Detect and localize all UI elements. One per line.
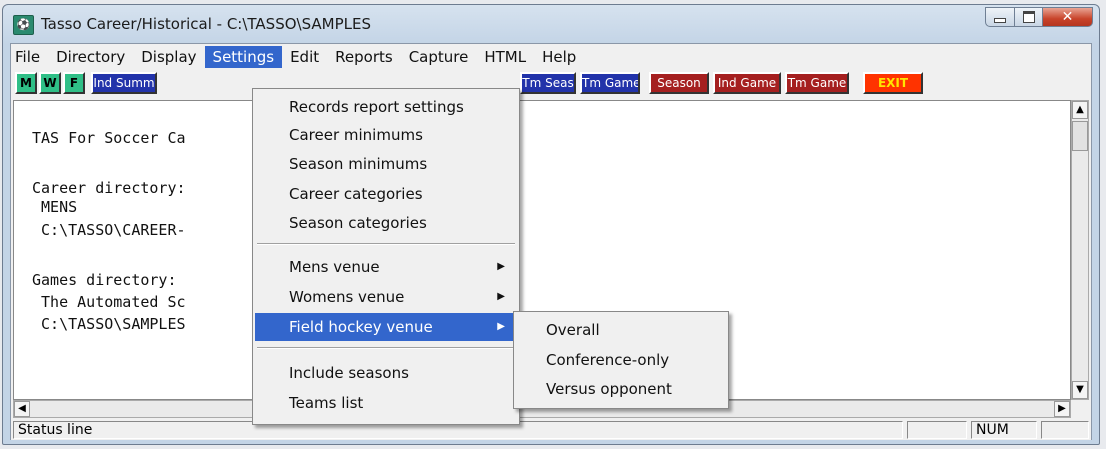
- window-controls: ✕: [985, 7, 1093, 29]
- menu-item-mens-venue[interactable]: Mens venue ▶: [255, 253, 517, 281]
- settings-dropdown-menu: Records report settings Career minimums …: [252, 88, 520, 425]
- menu-settings[interactable]: Settings: [204, 46, 283, 68]
- menu-item-label: Season minimums: [289, 155, 428, 173]
- maximize-button[interactable]: [1015, 7, 1043, 27]
- menu-item-include-seasons[interactable]: Include seasons: [255, 359, 517, 387]
- toolbar-button-ind-game[interactable]: Ind Game: [713, 72, 781, 94]
- submenu-item-conference-only[interactable]: Conference-only: [516, 346, 726, 374]
- menu-item-season-minimums[interactable]: Season minimums: [255, 150, 517, 178]
- submenu-item-overall[interactable]: Overall: [516, 316, 726, 344]
- submenu-item-versus-opponent[interactable]: Versus opponent: [516, 375, 726, 403]
- status-panel-empty: [1041, 421, 1089, 439]
- menu-item-label: Teams list: [289, 394, 364, 412]
- vertical-scrollbar[interactable]: ▲ ▼: [1071, 100, 1089, 400]
- menu-separator: [257, 347, 515, 349]
- menu-item-label: Season categories: [289, 214, 427, 232]
- toolbar-button-tm-seas[interactable]: Tm Seas: [520, 72, 576, 94]
- menu-item-season-categories[interactable]: Season categories: [255, 209, 517, 237]
- content-line: C:\TASSO\CAREER-: [32, 221, 186, 239]
- menu-separator: [257, 243, 515, 245]
- toolbar-button-m[interactable]: M: [15, 72, 37, 94]
- menu-capture[interactable]: Capture: [401, 46, 477, 68]
- menu-item-teams-list[interactable]: Teams list: [255, 389, 517, 417]
- menu-item-field-hockey-venue[interactable]: Field hockey venue ▶: [255, 313, 517, 341]
- arrow-left-icon[interactable]: ◀: [14, 401, 30, 417]
- menu-html[interactable]: HTML: [476, 46, 534, 68]
- menu-edit[interactable]: Edit: [282, 46, 327, 68]
- submenu-arrow-icon: ▶: [497, 291, 505, 302]
- content-line: Games directory:: [32, 271, 177, 289]
- status-panel-empty: [907, 421, 967, 439]
- vertical-scroll-thumb[interactable]: [1072, 121, 1088, 151]
- menu-item-career-categories[interactable]: Career categories: [255, 180, 517, 208]
- menu-bar: File Directory Display Settings Edit Rep…: [11, 46, 584, 68]
- close-button[interactable]: ✕: [1043, 7, 1093, 27]
- toolbar-button-w[interactable]: W: [39, 72, 61, 94]
- title-bar: ⚽ Tasso Career/Historical - C:\TASSO\SAM…: [3, 5, 1099, 43]
- menu-reports[interactable]: Reports: [327, 46, 401, 68]
- num-lock-indicator: NUM: [971, 421, 1037, 439]
- menu-item-label: Career categories: [289, 185, 423, 203]
- toolbar-button-tm-game-blue[interactable]: Tm Game: [580, 72, 640, 94]
- app-icon[interactable]: ⚽: [13, 15, 34, 35]
- minimize-button[interactable]: [985, 7, 1015, 27]
- menu-item-label: Include seasons: [289, 364, 409, 382]
- menu-file[interactable]: File: [11, 46, 48, 68]
- status-bar: Status line NUM: [11, 420, 1091, 440]
- field-hockey-venue-submenu: Overall Conference-only Versus opponent: [513, 311, 729, 409]
- menu-item-label: Field hockey venue: [289, 318, 433, 336]
- app-window: ⚽ Tasso Career/Historical - C:\TASSO\SAM…: [2, 4, 1100, 445]
- close-icon: ✕: [1061, 9, 1074, 25]
- menu-item-label: Records report settings: [289, 98, 464, 116]
- submenu-arrow-icon: ▶: [497, 321, 505, 332]
- content-line: Career directory:: [32, 179, 186, 197]
- content-line: C:\TASSO\SAMPLES: [32, 315, 186, 333]
- exit-button[interactable]: EXIT: [863, 72, 923, 94]
- toolbar-button-ind-summ[interactable]: Ind Summ: [91, 72, 157, 94]
- menu-item-label: Mens venue: [289, 258, 380, 276]
- arrow-up-icon[interactable]: ▲: [1072, 101, 1088, 119]
- menu-display[interactable]: Display: [133, 46, 204, 68]
- window-title: Tasso Career/Historical - C:\TASSO\SAMPL…: [41, 15, 371, 33]
- toolbar-button-season[interactable]: Season: [649, 72, 709, 94]
- toolbar-button-tm-game-red[interactable]: Tm Game: [785, 72, 849, 94]
- content-line: MENS: [32, 198, 78, 216]
- menu-item-career-minimums[interactable]: Career minimums: [255, 121, 517, 149]
- menu-directory[interactable]: Directory: [48, 46, 133, 68]
- arrow-right-icon[interactable]: ▶: [1054, 401, 1070, 417]
- maximize-icon: [1022, 11, 1035, 23]
- menu-item-label: Career minimums: [289, 126, 423, 144]
- menu-help[interactable]: Help: [534, 46, 584, 68]
- content-line: TAS For Soccer Ca: [32, 129, 186, 147]
- submenu-arrow-icon: ▶: [497, 261, 505, 272]
- menu-item-records-report-settings[interactable]: Records report settings: [255, 93, 517, 121]
- arrow-down-icon[interactable]: ▼: [1072, 381, 1088, 399]
- toolbar-button-f[interactable]: F: [63, 72, 85, 94]
- menu-item-womens-venue[interactable]: Womens venue ▶: [255, 283, 517, 311]
- minimize-icon: [994, 17, 1006, 23]
- content-line: The Automated Sc: [32, 293, 186, 311]
- menu-item-label: Womens venue: [289, 288, 405, 306]
